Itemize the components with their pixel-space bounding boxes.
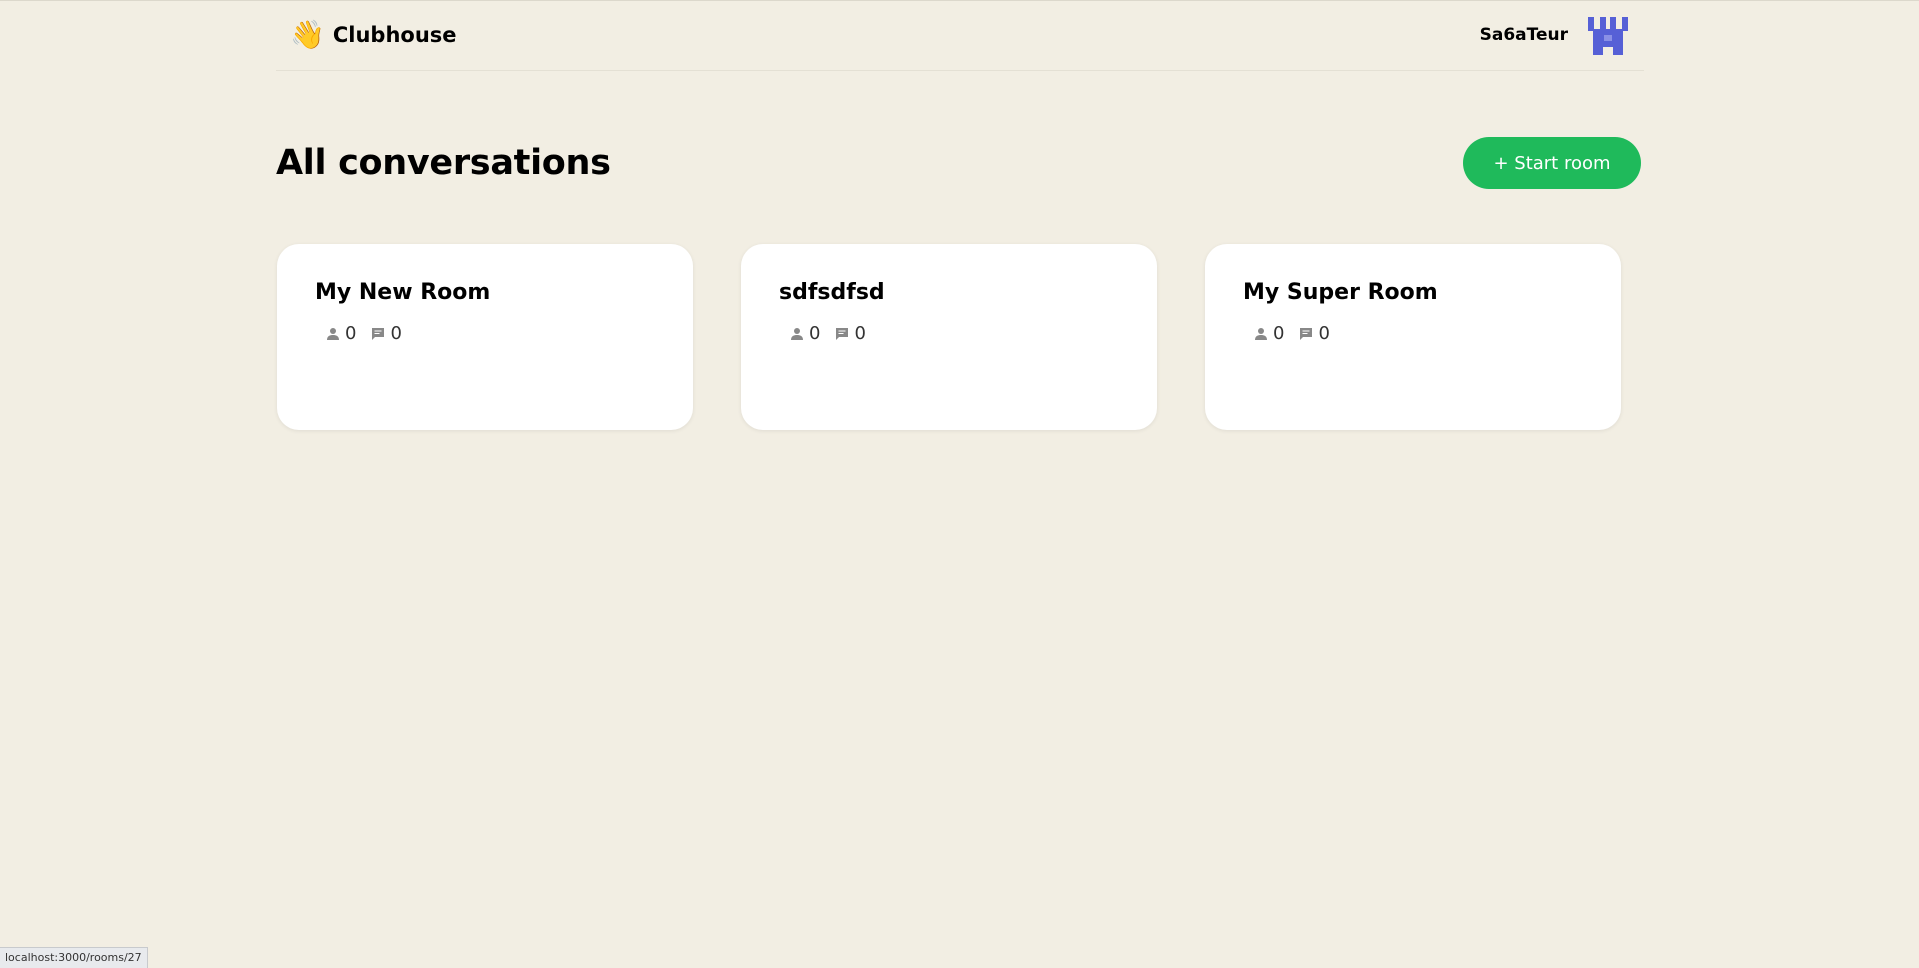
start-room-button[interactable]: + Start room [1463,137,1641,189]
room-list: My New Room 0 0 sdfsdfsd 0 0 My Super Ro… [277,244,1621,430]
message-count-value: 0 [390,323,402,344]
message-count: 0 [1298,323,1330,344]
user-icon [791,327,803,340]
listener-count: 0 [325,323,356,344]
chat-bubble-icon [372,327,385,340]
listener-count-value: 0 [1273,323,1285,344]
listener-count-value: 0 [345,323,357,344]
page-title: All conversations [276,143,611,183]
waving-hand-icon: 👋 [290,18,325,51]
room-card[interactable]: sdfsdfsd 0 0 [741,244,1157,430]
room-title: My New Room [315,280,491,305]
logo-link[interactable]: 👋 Clubhouse [290,21,457,49]
room-stats: 0 0 [325,323,655,344]
site-header: 👋 Clubhouse Sa6aTeur [276,0,1644,71]
user-icon [1255,327,1267,340]
listener-count: 0 [789,323,820,344]
room-stats: 0 0 [789,323,1119,344]
username: Sa6aTeur [1479,25,1568,45]
user-icon [327,327,339,340]
chat-bubble-icon [836,327,849,340]
message-count: 0 [370,323,402,344]
chat-bubble-icon [1300,327,1313,340]
status-bar-url: localhost:3000/rooms/27 [0,947,148,968]
message-count: 0 [834,323,866,344]
room-card[interactable]: My Super Room 0 0 [1205,244,1621,430]
room-card[interactable]: My New Room 0 0 [277,244,693,430]
listener-count: 0 [1253,323,1284,344]
message-count-value: 0 [1318,323,1330,344]
avatar[interactable] [1588,15,1628,55]
user-profile[interactable]: Sa6aTeur [1480,15,1628,55]
logo-text: Clubhouse [332,23,457,47]
room-title: sdfsdfsd [779,280,885,305]
page-title-row: All conversations + Start room [276,136,1641,190]
room-stats: 0 0 [1253,323,1583,344]
listener-count-value: 0 [809,323,821,344]
room-title: My Super Room [1243,280,1438,305]
message-count-value: 0 [854,323,866,344]
page-container: 👋 Clubhouse Sa6aTeur All conversations +… [276,0,1644,430]
